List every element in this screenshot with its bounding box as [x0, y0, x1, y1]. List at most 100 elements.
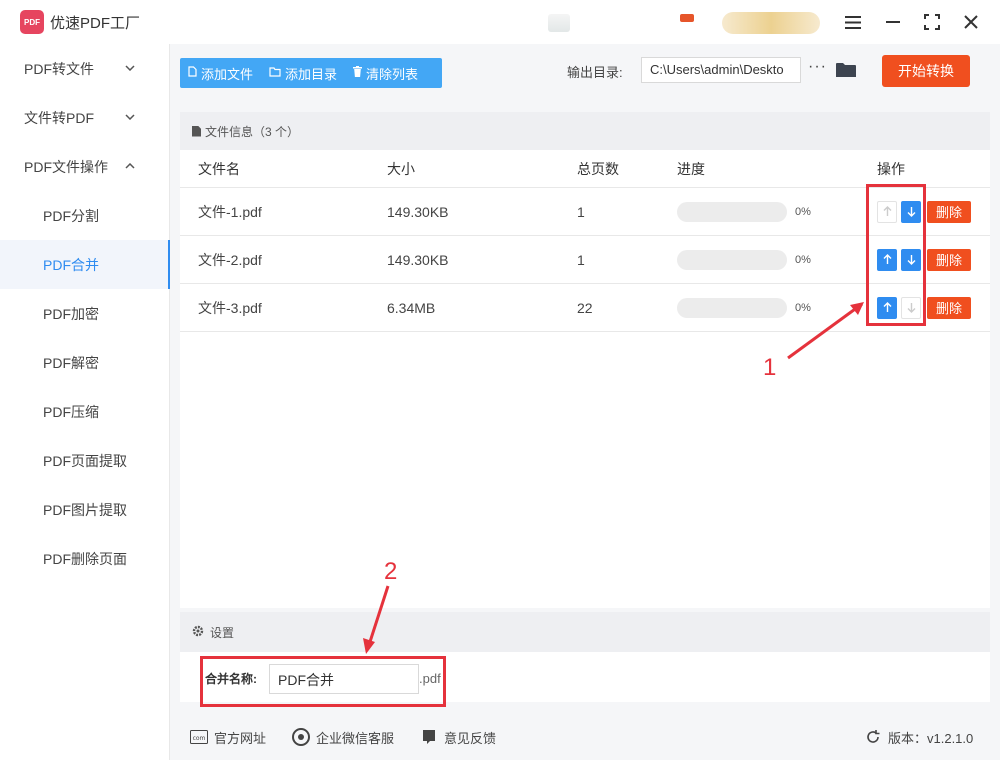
annotation-box-2	[200, 656, 446, 707]
blurred-banner[interactable]	[722, 12, 820, 34]
browse-more-button[interactable]: ···	[808, 58, 827, 76]
col-header-name: 文件名	[198, 160, 240, 177]
col-header-ops: 操作	[877, 160, 905, 177]
svg-text:com: com	[193, 735, 206, 742]
add-directory-label: 添加目录	[285, 66, 338, 82]
version-label: 版本：v1.2.1.0	[888, 730, 974, 746]
progress-text: 0%	[795, 205, 811, 218]
file-name: 文件-3.pdf	[198, 299, 262, 316]
refresh-icon	[864, 729, 882, 745]
clear-list-label: 清除列表	[366, 66, 419, 82]
sidebar-item-pdf-merge[interactable]: PDF合并	[0, 240, 170, 289]
wechat-service-link[interactable]: 企业微信客服	[292, 728, 394, 747]
menu-icon[interactable]	[841, 10, 865, 34]
folder-icon[interactable]	[836, 62, 856, 78]
feedback-link[interactable]: 意见反馈	[420, 728, 496, 747]
version-info[interactable]: 版本：v1.2.1.0	[864, 728, 973, 747]
annotation-box-1	[866, 184, 926, 326]
close-icon[interactable]	[959, 10, 983, 34]
sidebar-item-label: PDF合并	[43, 256, 99, 273]
sidebar: PDF转文件 文件转PDF PDF文件操作 PDF分割 PDF合并 PDF加密 …	[0, 44, 170, 760]
sidebar-item-pdf-page-extract[interactable]: PDF页面提取	[0, 436, 169, 485]
maximize-icon[interactable]	[920, 10, 944, 34]
output-dir-input[interactable]: C:\Users\admin\Deskto	[641, 57, 801, 83]
blurred-element	[548, 14, 570, 32]
progress: 0%	[677, 249, 811, 270]
sidebar-item-label: PDF删除页面	[43, 550, 127, 567]
chevron-down-icon	[125, 112, 135, 123]
add-file-button[interactable]: 添加文件	[180, 58, 261, 88]
sidebar-item-pdf-image-extract[interactable]: PDF图片提取	[0, 485, 169, 534]
file-name: 文件-1.pdf	[198, 203, 262, 220]
sidebar-item-label: PDF压缩	[43, 403, 99, 420]
progress: 0%	[677, 201, 811, 222]
file-toolbar: 添加文件 添加目录 清除列表	[180, 58, 442, 88]
table-header: 文件名 大小 总页数 进度 操作	[180, 150, 990, 188]
file-count-label: 文件信息（3 个）	[205, 124, 300, 139]
col-header-size: 大小	[387, 160, 415, 177]
sidebar-item-pdf-to-file[interactable]: PDF转文件	[0, 44, 169, 93]
sidebar-item-file-to-pdf[interactable]: 文件转PDF	[0, 93, 169, 142]
sidebar-item-label: PDF分割	[43, 207, 99, 224]
chevron-down-icon	[125, 63, 135, 74]
progress-text: 0%	[795, 253, 811, 266]
annotation-number-2: 2	[384, 558, 398, 585]
file-size: 6.34MB	[387, 299, 436, 316]
file-name: 文件-2.pdf	[198, 251, 262, 268]
delete-button[interactable]: 删除	[927, 248, 971, 271]
app-logo-icon: PDF	[20, 10, 44, 34]
sidebar-item-pdf-decrypt[interactable]: PDF解密	[0, 338, 169, 387]
trash-icon	[353, 66, 363, 80]
sidebar-item-pdf-encrypt[interactable]: PDF加密	[0, 289, 169, 338]
start-convert-button[interactable]: 开始转换	[882, 55, 970, 87]
progress-text: 0%	[795, 301, 811, 314]
feedback-icon	[420, 729, 438, 745]
main-area: 添加文件 添加目录 清除列表 输出目录: C:\Users\admin\Desk…	[170, 44, 1000, 760]
website-label: 官方网址	[214, 730, 267, 746]
annotation-number-1: 1	[763, 354, 777, 381]
sidebar-item-label: PDF图片提取	[43, 501, 127, 518]
sidebar-item-pdf-operations[interactable]: PDF文件操作	[0, 142, 169, 191]
folder-icon	[269, 66, 281, 80]
file-info-header: 文件信息（3 个）	[180, 112, 990, 150]
progress: 0%	[677, 297, 811, 318]
add-file-label: 添加文件	[201, 66, 254, 82]
gear-icon	[192, 625, 204, 640]
delete-button[interactable]: 删除	[927, 296, 971, 319]
website-link[interactable]: com 官方网址	[190, 728, 266, 747]
sidebar-item-label: PDF解密	[43, 354, 99, 371]
sidebar-item-label: PDF页面提取	[43, 452, 127, 469]
output-dir-label: 输出目录:	[567, 65, 623, 80]
progress-bar	[677, 297, 787, 318]
chevron-up-icon	[125, 161, 135, 172]
add-directory-button[interactable]: 添加目录	[261, 58, 345, 88]
file-pages: 22	[577, 299, 593, 316]
app-title: 优速PDF工厂	[50, 15, 141, 32]
file-icon	[188, 66, 197, 80]
wechat-service-label: 企业微信客服	[316, 730, 395, 746]
file-pages: 1	[577, 251, 585, 268]
chat-icon	[292, 728, 310, 746]
col-header-progress: 进度	[677, 160, 705, 177]
settings-header: 设置	[180, 612, 990, 652]
sidebar-item-pdf-compress[interactable]: PDF压缩	[0, 387, 169, 436]
feedback-label: 意见反馈	[444, 730, 497, 746]
website-icon: com	[190, 729, 208, 745]
blurred-element	[680, 14, 694, 22]
file-size: 149.30KB	[387, 203, 449, 220]
file-size: 149.30KB	[387, 251, 449, 268]
minimize-icon[interactable]	[881, 10, 905, 34]
sidebar-item-pdf-delete-page[interactable]: PDF删除页面	[0, 534, 169, 583]
clear-list-button[interactable]: 清除列表	[345, 58, 426, 88]
sidebar-item-label: PDF转文件	[24, 60, 94, 77]
sidebar-item-pdf-split[interactable]: PDF分割	[0, 191, 169, 240]
col-header-pages: 总页数	[577, 160, 619, 177]
sidebar-item-label: 文件转PDF	[24, 109, 94, 126]
sidebar-item-label: PDF文件操作	[24, 158, 108, 175]
document-icon	[192, 125, 201, 137]
title-bar: PDF 优速PDF工厂	[0, 0, 1000, 44]
progress-bar	[677, 249, 787, 270]
settings-title: 设置	[210, 625, 235, 640]
delete-button[interactable]: 删除	[927, 200, 971, 223]
footer: com 官方网址 企业微信客服 意见反馈 版本：v1.2.1.0	[170, 714, 1000, 760]
